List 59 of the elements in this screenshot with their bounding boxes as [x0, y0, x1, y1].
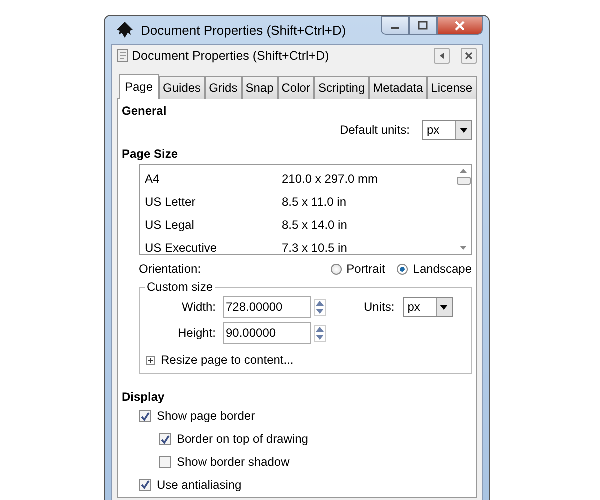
list-cell: 7.3 x 10.5 in: [282, 240, 348, 254]
field-label: Orientation:: [139, 262, 202, 276]
close-button[interactable]: [437, 16, 483, 35]
app-icon: [115, 21, 135, 39]
close-icon: [454, 20, 466, 30]
collapse-button[interactable]: [434, 48, 450, 64]
field-label: Height:: [176, 326, 216, 340]
check-icon: [140, 410, 150, 422]
window-title: Document Properties (Shift+Ctrl+D): [141, 22, 346, 38]
checkbox[interactable]: Show page border: [139, 409, 472, 424]
document-icon: [117, 49, 129, 63]
close-icon: [464, 51, 474, 61]
spin-buttons[interactable]: [314, 298, 326, 316]
tab[interactable]: Grids: [205, 76, 242, 99]
radio-button[interactable]: Portrait: [330, 262, 386, 276]
tab[interactable]: Color: [278, 76, 314, 99]
width-field[interactable]: 728.00000: [223, 296, 311, 318]
scroll-up-icon[interactable]: [460, 169, 467, 173]
section-heading: Display: [122, 390, 166, 404]
list-cell: 8.5 x 11.0 in: [282, 194, 346, 208]
scroll-down-icon[interactable]: [460, 246, 467, 250]
section-heading: General: [122, 104, 168, 118]
check-icon: [140, 479, 150, 490]
field-label: Default units:: [340, 123, 410, 137]
tab[interactable]: License: [427, 76, 477, 99]
radio-button[interactable]: Landscape: [397, 262, 472, 276]
maximize-icon: [418, 21, 428, 30]
section-heading: Page Size: [122, 147, 180, 161]
group-legend: Custom size: [145, 280, 216, 294]
list-cell: 8.5 x 14.0 in: [282, 218, 348, 232]
tab[interactable]: Scripting: [314, 76, 370, 99]
caret-icon: [460, 128, 468, 132]
list-item[interactable]: US Letter: [145, 194, 282, 208]
field-label: Width:: [180, 300, 216, 314]
list-item[interactable]: A4: [145, 172, 282, 186]
field-label: Units:: [364, 300, 395, 314]
dialog-title: Document Properties (Shift+Ctrl+D): [132, 49, 330, 63]
close-button[interactable]: [461, 48, 477, 64]
tab[interactable]: Snap: [242, 76, 278, 99]
tab[interactable]: Metadata: [369, 76, 428, 99]
tab[interactable]: Page: [119, 74, 160, 99]
units-dropdown[interactable]: px: [422, 120, 472, 140]
checkbox[interactable]: Border on top of drawing: [159, 432, 472, 446]
tab[interactable]: Guides: [159, 76, 206, 99]
expander-icon[interactable]: [146, 356, 155, 364]
list-item[interactable]: US Executive: [145, 240, 282, 254]
height-field[interactable]: 90.00000: [223, 322, 311, 344]
minimize-button[interactable]: [381, 16, 409, 35]
units-dropdown[interactable]: px: [402, 297, 453, 317]
checkbox[interactable]: Show border shadow: [159, 454, 472, 470]
list-cell: 210.0 x 297.0 mm: [282, 172, 378, 186]
list-item[interactable]: US Legal: [145, 218, 282, 232]
caret-icon: [440, 304, 448, 310]
maximize-button[interactable]: [409, 16, 437, 35]
check-icon: [160, 434, 170, 445]
scroll-thumb[interactable]: [456, 177, 470, 185]
spin-buttons[interactable]: [314, 324, 326, 342]
checkbox[interactable]: Use antialiasing: [139, 477, 472, 492]
expander-label[interactable]: Resize page to content...: [161, 353, 294, 367]
